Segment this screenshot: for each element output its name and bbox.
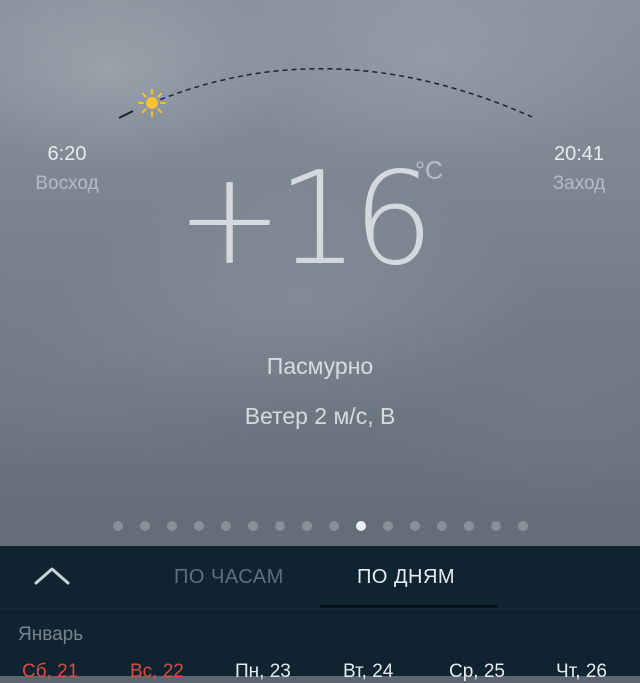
page-dot[interactable]	[194, 521, 204, 531]
wind-info: Ветер 2 м/с, В	[244, 403, 396, 429]
temperature-unit: °C	[415, 157, 444, 185]
page-dot[interactable]	[437, 521, 447, 531]
page-dot[interactable]	[329, 521, 339, 531]
page-indicator	[113, 521, 528, 531]
forecast-day[interactable]: Чт, 26	[556, 661, 607, 683]
sun-icon	[138, 89, 166, 117]
forecast-days-row: Сб, 21 Вс, 22 Пн, 23 Вт, 24 Ср, 25 Чт, 2…	[0, 661, 640, 683]
page-dot[interactable]	[248, 521, 258, 531]
tab-daily[interactable]: ПО ДНЯМ	[357, 566, 455, 589]
sunset-time: 20:41	[553, 143, 605, 165]
tab-hourly[interactable]: ПО ЧАСАМ	[174, 566, 284, 589]
page-dot[interactable]	[140, 521, 150, 531]
page-dot[interactable]	[221, 521, 231, 531]
forecast-day[interactable]: Сб, 21	[22, 661, 78, 683]
forecast-day[interactable]: Ср, 25	[449, 661, 505, 683]
chevron-up-icon[interactable]	[32, 561, 72, 589]
page-dot[interactable]	[410, 521, 420, 531]
active-tab-indicator	[320, 605, 498, 608]
page-dot[interactable]	[356, 521, 366, 531]
forecast-day[interactable]: Пн, 23	[235, 661, 291, 683]
forecast-day[interactable]: Вс, 22	[130, 661, 184, 683]
page-dot[interactable]	[167, 521, 177, 531]
page-dot[interactable]	[491, 521, 501, 531]
page-dot[interactable]	[464, 521, 474, 531]
weather-condition: Пасмурно	[266, 353, 374, 379]
page-dot[interactable]	[275, 521, 285, 531]
page-dot[interactable]	[302, 521, 312, 531]
temperature-value: +16	[176, 145, 434, 294]
page-dot[interactable]	[383, 521, 393, 531]
forecast-tabs: ПО ЧАСАМ ПО ДНЯМ	[0, 546, 640, 609]
forecast-panel: ПО ЧАСАМ ПО ДНЯМ Январь Сб, 21 Вс, 22 Пн…	[0, 546, 640, 682]
page-dot[interactable]	[113, 521, 123, 531]
month-label: Январь	[18, 624, 84, 645]
page-dot[interactable]	[518, 521, 528, 531]
sunset-block: 20:41 Заход	[533, 142, 625, 196]
forecast-day[interactable]: Вт, 24	[343, 661, 393, 683]
sunrise-label: Восход	[35, 173, 99, 194]
sunset-label: Заход	[552, 173, 606, 194]
sunrise-block: 6:20 Восход	[22, 142, 112, 196]
sunrise-time: 6:20	[47, 143, 87, 165]
